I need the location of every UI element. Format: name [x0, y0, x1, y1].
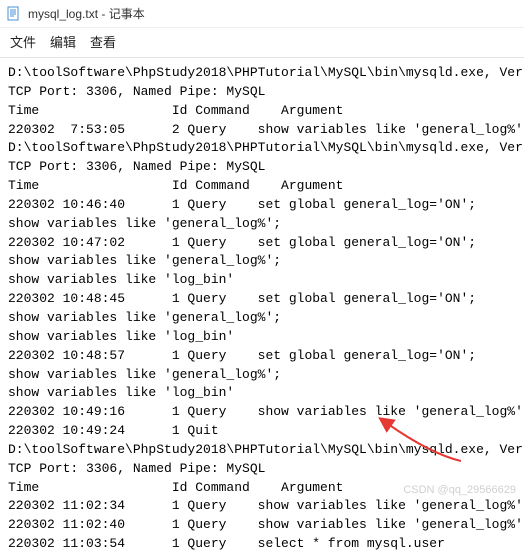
- menu-view[interactable]: 查看: [90, 32, 116, 51]
- notepad-icon: [6, 6, 22, 22]
- menu-file[interactable]: 文件: [10, 32, 36, 51]
- window-title: mysql_log.txt - 记事本: [28, 5, 145, 22]
- menu-edit[interactable]: 编辑: [50, 32, 76, 51]
- title-bar: mysql_log.txt - 记事本: [0, 0, 524, 28]
- watermark: CSDN @qq_29566629: [403, 484, 516, 496]
- menu-bar: 文件 编辑 查看: [0, 28, 524, 58]
- text-content[interactable]: D:\toolSoftware\PhpStudy2018\PHPTutorial…: [0, 58, 524, 558]
